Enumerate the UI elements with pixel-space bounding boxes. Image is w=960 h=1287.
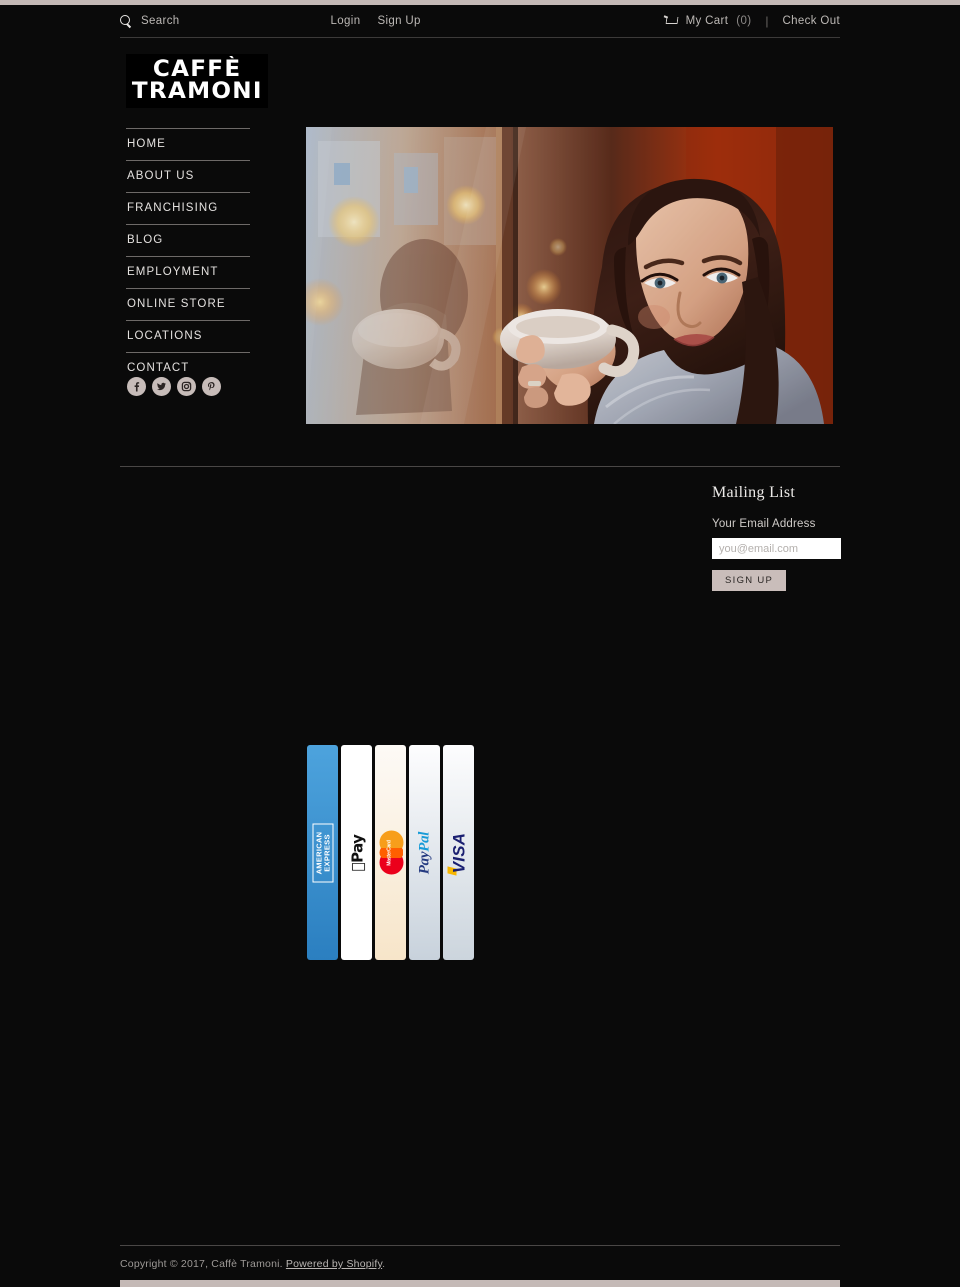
search-button[interactable]: Search <box>120 15 180 27</box>
site-footer: Copyright © 2017, Caffè Tramoni. Powered… <box>120 1245 840 1270</box>
hero-banner[interactable] <box>306 127 833 424</box>
logo-line-1: CAFFÈ <box>152 57 242 83</box>
paypal-icon: PayPal <box>409 745 440 960</box>
american-express-icon: AMERICAN EXPRESS <box>307 745 338 960</box>
page-root: Search Login Sign Up My Cart (0) | Check… <box>0 0 960 1287</box>
search-label: Search <box>141 15 180 27</box>
search-icon <box>120 15 132 27</box>
payment-methods: AMERICANEXPRESS Pay MasterCard PayPal <box>307 745 474 960</box>
shopping-cart-icon <box>664 16 678 27</box>
footer-period: . <box>382 1258 386 1270</box>
my-cart-label: My Cart <box>685 15 729 27</box>
utility-left-group: Search Login Sign Up <box>120 15 421 27</box>
visa-icon: VISA <box>443 745 474 960</box>
instagram-icon <box>181 381 192 392</box>
mastercard-icon: MasterCard <box>375 745 406 960</box>
cart-item-count: (0) <box>736 15 752 27</box>
bottom-accent-bar <box>120 1280 840 1287</box>
pinterest-icon <box>207 381 215 391</box>
main-navigation: HOME ABOUT US FRANCHISING BLOG EMPLOYMEN… <box>126 128 250 384</box>
my-cart-link[interactable]: My Cart (0) <box>664 15 752 27</box>
nav-item-locations[interactable]: LOCATIONS <box>126 320 250 352</box>
facebook-link[interactable] <box>127 377 146 396</box>
email-field-label: Your Email Address <box>712 518 816 530</box>
logo-line-2: TRAMONI <box>131 79 263 104</box>
twitter-icon <box>157 382 166 391</box>
powered-by-shopify-link[interactable]: Powered by Shopify <box>286 1258 382 1270</box>
nav-item-franchising[interactable]: FRANCHISING <box>126 192 250 224</box>
copyright-label: Copyright © 2017, Caffè Tramoni. <box>120 1258 283 1270</box>
utility-right-group: My Cart (0) | Check Out <box>664 14 840 28</box>
pinterest-link[interactable] <box>202 377 221 396</box>
utility-bar: Search Login Sign Up My Cart (0) | Check… <box>120 5 840 38</box>
login-link[interactable]: Login <box>331 15 361 27</box>
mailing-list-section: Mailing List Your Email Address SIGN UP <box>712 484 842 591</box>
site-logo[interactable]: CAFFÈ TRAMONI <box>126 54 268 108</box>
checkout-link[interactable]: Check Out <box>783 15 840 27</box>
signup-link[interactable]: Sign Up <box>377 15 420 27</box>
copyright-text: Copyright © 2017, Caffè Tramoni. Powered… <box>120 1258 840 1270</box>
nav-item-about-us[interactable]: ABOUT US <box>126 160 250 192</box>
nav-item-blog[interactable]: BLOG <box>126 224 250 256</box>
twitter-link[interactable] <box>152 377 171 396</box>
nav-item-online-store[interactable]: ONLINE STORE <box>126 288 250 320</box>
hero-image <box>306 127 833 424</box>
nav-item-employment[interactable]: EMPLOYMENT <box>126 256 250 288</box>
section-divider <box>120 466 840 467</box>
auth-links: Login Sign Up <box>331 15 421 27</box>
instagram-link[interactable] <box>177 377 196 396</box>
mailing-list-title: Mailing List <box>712 484 796 501</box>
nav-item-home[interactable]: HOME <box>126 128 250 160</box>
utility-separator: | <box>765 14 769 28</box>
facebook-icon <box>134 382 140 392</box>
signup-button[interactable]: SIGN UP <box>712 570 787 591</box>
apple-pay-icon: Pay <box>341 745 372 960</box>
email-input[interactable] <box>712 538 841 559</box>
social-links <box>127 377 221 396</box>
